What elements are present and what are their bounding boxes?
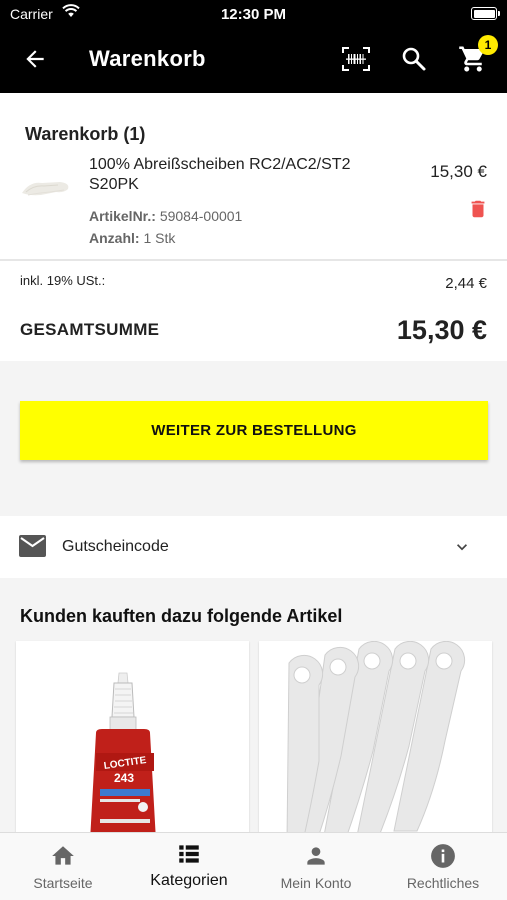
- quantity-row: Anzahl: 1 Stk: [89, 230, 175, 246]
- voucher-row[interactable]: Gutscheincode: [0, 516, 507, 578]
- recommended-product-card[interactable]: LOCTITE 243: [16, 641, 249, 841]
- article-number-row: ArtikelNr.: 59084-00001: [89, 208, 242, 224]
- nav-label: Mein Konto: [280, 875, 352, 891]
- barcode-scan-icon[interactable]: [341, 44, 371, 74]
- article-number-label: ArtikelNr.:: [89, 208, 156, 224]
- list-icon: [179, 845, 199, 863]
- delete-icon[interactable]: [467, 197, 489, 221]
- divider: [0, 259, 507, 261]
- chevron-down-icon[interactable]: [452, 537, 472, 557]
- cart-count-badge: 1: [478, 35, 498, 55]
- tear-off-strips-image: [286, 641, 466, 841]
- total-label: GESAMTSUMME: [20, 320, 160, 339]
- nav-item-home[interactable]: Startseite: [0, 833, 126, 900]
- checkout-button[interactable]: WEITER ZUR BESTELLUNG: [20, 401, 488, 460]
- mail-icon: [19, 535, 46, 557]
- article-number-value: 59084-00001: [159, 208, 243, 224]
- recommendations-title: Kunden kauften dazu folgende Artikel: [20, 606, 343, 626]
- recommended-product-card[interactable]: [259, 641, 492, 841]
- nav-label: Rechtliches: [406, 875, 480, 891]
- nav-item-account[interactable]: Mein Konto: [253, 833, 379, 900]
- nav-label: Startseite: [33, 875, 93, 891]
- loctite-bottle-image: LOCTITE 243: [90, 672, 156, 841]
- cart-screen: Carrier 12:30 PM Warenkorb 1 Warenkorb (…: [0, 0, 507, 900]
- status-bar: Carrier 12:30 PM: [0, 0, 507, 28]
- search-icon[interactable]: [399, 44, 429, 74]
- home-icon: [52, 846, 74, 865]
- product-name[interactable]: 100% Abreißscheiben RC2/AC2/ST2 S20PK: [89, 155, 389, 195]
- voucher-label: Gutscheincode: [62, 538, 169, 555]
- bottom-navigation: Startseite Kategorien Mein Konto Rechtli…: [0, 832, 507, 900]
- nav-item-legal[interactable]: Rechtliches: [380, 833, 506, 900]
- cart-summary: Warenkorb (1) 100% Abreißscheiben RC2/AC…: [0, 93, 507, 361]
- cart-heading: Warenkorb (1): [25, 124, 146, 144]
- tax-value: 2,44 €: [445, 275, 487, 292]
- app-header: Carrier 12:30 PM Warenkorb 1: [0, 0, 507, 93]
- nav-item-categories[interactable]: Kategorien: [126, 833, 252, 900]
- quantity-label: Anzahl:: [89, 230, 140, 246]
- back-arrow-icon[interactable]: [22, 46, 48, 72]
- recommendations-section: Kunden kauften dazu folgende Artikel LOC…: [0, 578, 507, 841]
- battery-icon: [471, 7, 500, 20]
- nav-label: Kategorien: [150, 872, 228, 889]
- status-time: 12:30 PM: [220, 6, 287, 23]
- page-title: Warenkorb: [89, 46, 206, 71]
- info-icon: [431, 844, 455, 868]
- product-price: 15,30 €: [430, 162, 487, 181]
- person-icon: [307, 847, 325, 865]
- total-value: 15,30 €: [396, 315, 487, 345]
- product-thumbnail[interactable]: [20, 173, 72, 203]
- tax-label: inkl. 19% USt.:: [20, 273, 106, 288]
- model-label: 243: [114, 771, 134, 785]
- quantity-value: 1 Stk: [143, 230, 176, 246]
